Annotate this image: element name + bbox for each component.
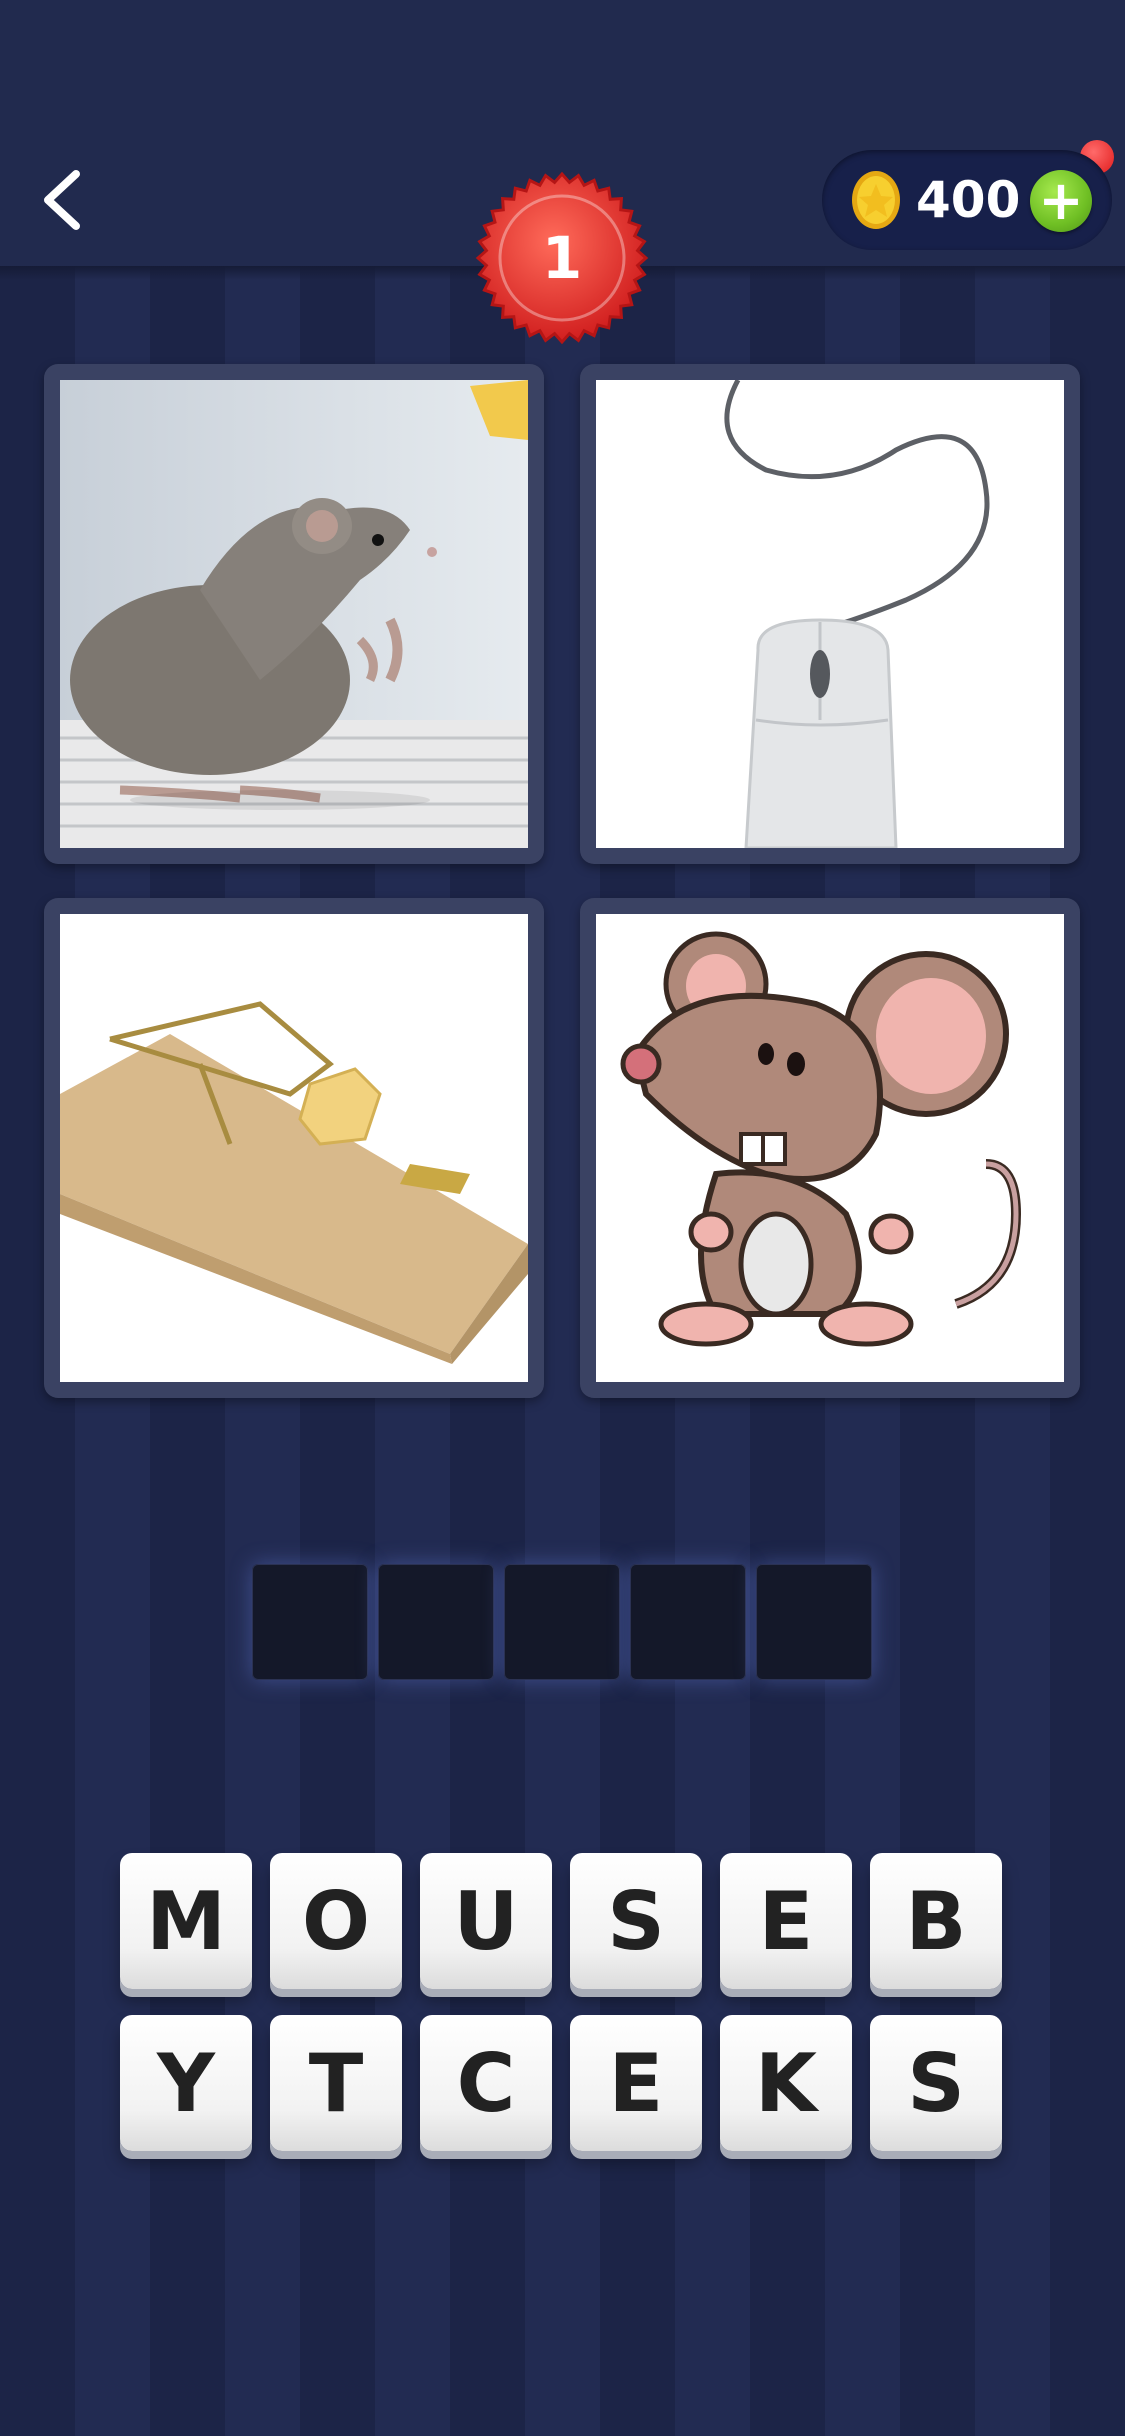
letter-key[interactable]: E — [720, 1853, 852, 1989]
answer-slot[interactable] — [378, 1564, 494, 1680]
mouse-trap-image — [60, 914, 528, 1382]
game-screen: 1 400 + M O U S E B Y T C E K S — [0, 0, 1125, 2436]
level-badge: 1 — [474, 170, 650, 346]
answer-slots — [252, 1564, 874, 1682]
letter-key[interactable]: O — [270, 1853, 402, 1989]
clue-image-mouse-photo[interactable] — [44, 364, 544, 864]
answer-slot[interactable] — [630, 1564, 746, 1680]
letter-key[interactable]: T — [270, 2015, 402, 2151]
coin-counter[interactable]: 400 + — [822, 150, 1112, 250]
letter-key[interactable]: K — [720, 2015, 852, 2151]
clue-image-computer-mouse[interactable] — [580, 364, 1080, 864]
letter-key[interactable]: Y — [120, 2015, 252, 2151]
back-button[interactable] — [30, 160, 94, 240]
letter-key[interactable]: U — [420, 1853, 552, 1989]
coin-icon — [852, 171, 900, 229]
letter-key[interactable]: M — [120, 1853, 252, 1989]
chevron-left-icon — [44, 170, 80, 230]
letter-keyboard: M O U S E B Y T C E K S — [120, 1853, 1006, 2177]
cartoon-mouse-image — [596, 914, 1064, 1382]
clue-image-mouse-trap[interactable] — [44, 898, 544, 1398]
mouse-photo-image — [60, 380, 528, 848]
clue-image-cartoon-mouse[interactable] — [580, 898, 1080, 1398]
letter-key[interactable]: S — [570, 1853, 702, 1989]
coin-count: 400 — [916, 171, 1021, 229]
answer-slot[interactable] — [504, 1564, 620, 1680]
answer-slot[interactable] — [756, 1564, 872, 1680]
letter-key[interactable]: C — [420, 2015, 552, 2151]
computer-mouse-image — [596, 380, 1064, 848]
letter-key[interactable]: S — [870, 2015, 1002, 2151]
answer-slot[interactable] — [252, 1564, 368, 1680]
level-number: 1 — [541, 224, 583, 292]
letter-row-1: M O U S E B — [120, 1853, 1006, 1989]
add-coins-button[interactable]: + — [1030, 170, 1092, 232]
letter-row-2: Y T C E K S — [120, 2015, 1006, 2151]
letter-key[interactable]: E — [570, 2015, 702, 2151]
letter-key[interactable]: B — [870, 1853, 1002, 1989]
